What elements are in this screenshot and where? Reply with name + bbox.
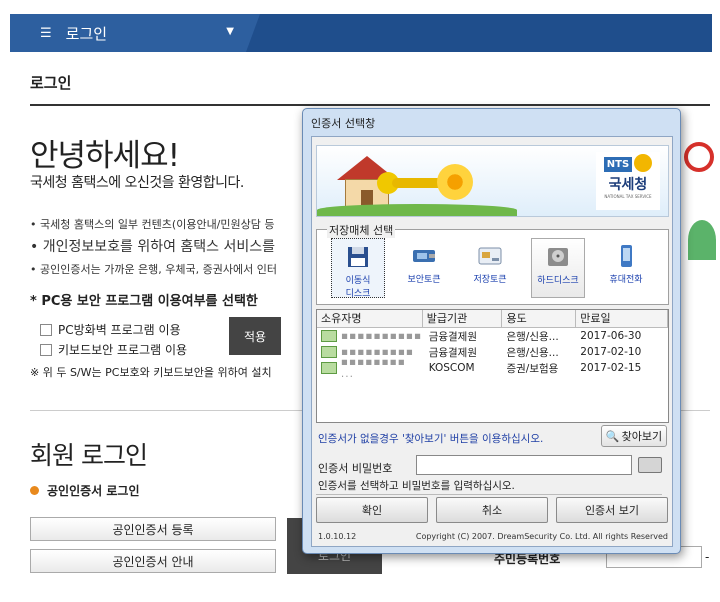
find-hint-text: 인증서가 없을경우 '찾아보기' 버튼을 이용하십시오. [318,433,544,445]
flower-icon [437,164,473,200]
dialog-title: 인증서 선택창 [311,117,376,130]
nts-mark: NTS [603,157,633,172]
expiry-date: 2017-02-15 [580,362,642,374]
column-expiry[interactable]: 만료일 [576,310,669,327]
apply-button[interactable]: 적용 [229,317,281,355]
usage-value: 은행/신용... [506,346,559,359]
media-label: 저장토큰 [473,275,507,285]
removable-disk-icon [348,247,368,267]
storage-token-icon [478,247,502,265]
copyright-text: Copyright (C) 2007. DreamSecurity Co. Lt… [415,532,668,541]
storage-media-group: 저장매체 선택 이동식 디스크 보안토큰 저장토큰 하드디스크 휴대전화 [316,222,669,305]
security-token-icon [413,250,435,262]
certificate-list: 소유자명 발급기관 용도 만료일 ▪▪▪▪▪▪▪▪▪▪ 금융결제원 은행/신용.… [316,309,669,423]
media-label: 휴대전화 [609,275,643,285]
nts-name: 국세청 [608,177,648,193]
certificate-register-button[interactable]: 공인인증서 등록 [30,517,276,541]
certificate-login-text: 공인인증서 로그인 [47,484,140,498]
firewall-checkbox[interactable] [40,323,52,336]
view-certificate-button[interactable]: 인증서 보기 [556,497,668,523]
software-note: ※ 위 두 S/W는 PC보호와 키보드보안을 위하여 설치 [30,366,272,379]
caret-down-icon: ▼ [226,26,234,37]
media-label: 보안토큰 [407,275,441,285]
media-label: 이동식 디스크 [345,276,371,299]
virtual-keyboard-icon[interactable] [638,457,662,473]
decoration-shape [688,220,716,260]
nts-seal-icon [634,153,653,172]
notice-line: • 개인정보보호를 위하여 홈택스 서비스를 [30,239,276,255]
certificate-guide-button[interactable]: 공인인증서 안내 [30,549,276,573]
expiry-date: 2017-06-30 [580,330,642,342]
storage-media-legend: 저장매체 선택 [327,222,396,238]
hamburger-icon: ☰ [40,25,52,41]
status-message: 인증서를 선택하고 비밀번호를 입력하십시오. [316,477,662,495]
find-button-label: 찾아보기 [621,430,663,443]
table-row[interactable]: ▪▪▪▪▪▪▪▪▪▪ 금융결제원 은행/신용... 2017-06-30 [317,328,668,344]
keyboard-security-option[interactable]: 키보드보안 프로그램 이용 [40,341,187,358]
notice-line: • 공인인증서는 가까운 은행, 우체국, 증권사에서 인터 [30,263,277,276]
media-label: 하드디스크 [537,276,579,286]
page-title: 로그인 [30,74,72,92]
heading-divider [30,104,710,106]
media-security-token[interactable]: 보안토큰 [397,238,451,298]
version-text: 1.0.10.12 [318,532,357,541]
pc-security-question: * PC용 보안 프로그램 이용여부를 선택한 [30,294,258,309]
media-removable-disk[interactable]: 이동식 디스크 [331,238,385,299]
ok-button[interactable]: 확인 [316,497,428,523]
menu-dropdown[interactable]: ☰ 로그인 ▼ [10,14,260,52]
dialog-body: NTS 국세청 NATIONAL TAX SERVICE 저장매체 선택 이동식… [311,136,673,547]
column-issuer[interactable]: 발급기관 [423,310,503,327]
greeting-heading: 안녕하세요! [30,138,180,174]
find-button[interactable]: 🔍 찾아보기 [601,425,667,447]
column-usage[interactable]: 용도 [502,310,577,327]
firewall-option-label: PC방화벽 프로그램 이용 [58,323,181,337]
nts-subtitle: NATIONAL TAX SERVICE [604,194,652,199]
nts-banner: NTS 국세청 NATIONAL TAX SERVICE [316,145,669,217]
key-decoration-icon [684,142,714,172]
resident-number-dash: - [705,550,710,564]
grass-decoration [317,204,517,216]
certificate-icon [321,330,337,342]
notice-line: • 국세청 홈택스의 일부 컨텐츠(이용안내/민원상담 등 [30,218,275,231]
bullet-icon [30,486,39,495]
password-label: 인증서 비밀번호 [318,462,393,475]
keyboard-security-checkbox[interactable] [40,343,52,356]
certificate-login-label: 공인인증서 로그인 [30,482,140,499]
usage-value: 은행/신용... [506,330,559,343]
mobile-phone-icon [621,245,632,267]
certificate-selection-dialog: 인증서 선택창 NTS 국세청 NATIONAL TAX SERVICE 저장매… [302,108,681,554]
media-mobile-phone[interactable]: 휴대전화 [599,238,653,298]
media-storage-token[interactable]: 저장토큰 [463,238,517,298]
column-owner[interactable]: 소유자명 [317,310,423,327]
keyboard-security-option-label: 키보드보안 프로그램 이용 [58,343,188,357]
hard-disk-icon [548,248,568,266]
media-hard-disk[interactable]: 하드디스크 [531,238,585,298]
table-row[interactable]: ▪▪▪▪▪▪▪▪ ... KOSCOM 증권/보험용 2017-02-15 [317,356,668,380]
owner-name: ▪▪▪▪▪▪▪▪ ... [340,356,406,380]
password-input[interactable] [416,455,632,475]
issuer-name: 금융결제원 [428,330,477,343]
nts-logo: NTS 국세청 NATIONAL TAX SERVICE [596,152,660,210]
menu-label: 로그인 [65,24,108,43]
firewall-option[interactable]: PC방화벽 프로그램 이용 [40,321,181,338]
cancel-button[interactable]: 취소 [436,497,548,523]
issuer-name: KOSCOM [428,362,475,374]
certificate-list-header: 소유자명 발급기관 용도 만료일 [317,310,669,328]
magnifier-icon: 🔍 [605,429,620,443]
issuer-name: 금융결제원 [428,346,477,359]
member-login-heading: 회원 로그인 [30,441,148,470]
expiry-date: 2017-02-10 [580,346,642,358]
owner-name: ▪▪▪▪▪▪▪▪▪▪ [341,330,423,342]
welcome-text: 국세청 홈택스에 오신것을 환영합니다. [30,175,244,191]
top-navigation-bar: ☰ 로그인 ▼ [10,14,712,52]
usage-value: 증권/보험용 [506,362,559,375]
certificate-icon [321,362,337,374]
